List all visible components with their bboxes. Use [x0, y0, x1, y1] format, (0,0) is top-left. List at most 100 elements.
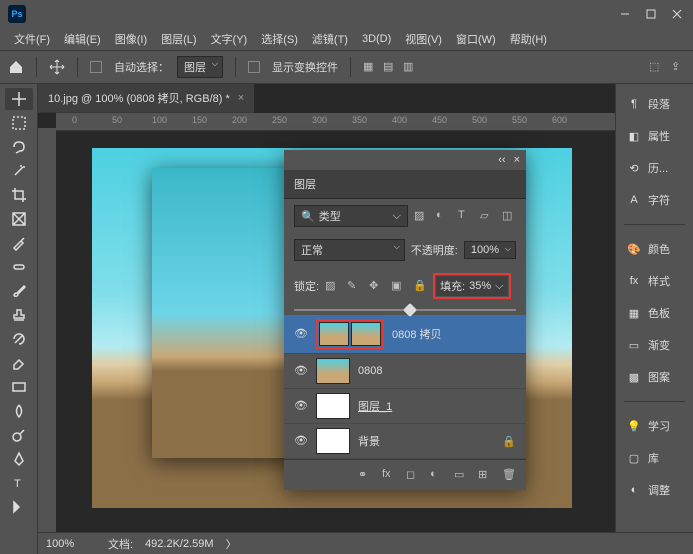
menu-help[interactable]: 帮助(H) — [504, 29, 553, 49]
menu-view[interactable]: 视图(V) — [399, 29, 448, 49]
layer-thumbnail[interactable] — [316, 358, 350, 384]
panel-tab-layers[interactable]: 图层 — [284, 170, 526, 199]
minimize-icon[interactable] — [619, 8, 631, 20]
layer-name[interactable]: 图层_1 — [358, 398, 392, 414]
lock-artboard-icon[interactable]: ▣ — [391, 279, 405, 293]
history-brush-tool[interactable] — [5, 328, 33, 350]
panel-learn[interactable]: 💡学习 — [616, 414, 693, 438]
brush-tool[interactable] — [5, 280, 33, 302]
lock-all-icon[interactable]: 🔒 — [413, 279, 427, 293]
collapse-icon[interactable]: ‹‹ — [498, 154, 505, 166]
visibility-icon[interactable]: 👁 — [294, 434, 308, 448]
layers-panel: ‹‹ × 图层 🔍 类型 ⌵ ▨ ◐ T ▱ ◫ 正常 不透明度: 100% 锁… — [284, 150, 526, 490]
type-tool[interactable]: T — [5, 472, 33, 494]
fx-icon[interactable]: fx — [382, 468, 396, 482]
layer-name[interactable]: 背景 — [358, 433, 380, 449]
menu-select[interactable]: 选择(S) — [255, 29, 304, 49]
panel-adjustments[interactable]: ◐调整 — [616, 478, 693, 502]
fill-value[interactable]: 35% — [469, 280, 491, 292]
fill-slider[interactable] — [294, 309, 516, 311]
visibility-icon[interactable]: 👁 — [294, 399, 308, 413]
align-icon[interactable]: ▦ — [363, 60, 377, 74]
document-tab[interactable]: 10.jpg @ 100% (0808 拷贝, RGB/8) * × — [38, 84, 254, 113]
auto-select-dropdown[interactable]: 图层 — [177, 56, 223, 78]
layer-thumbnail[interactable] — [316, 428, 350, 454]
filter-image-icon[interactable]: ▨ — [414, 209, 428, 223]
group-icon[interactable]: ▭ — [454, 468, 468, 482]
frame-tool[interactable] — [5, 208, 33, 230]
marquee-tool[interactable] — [5, 112, 33, 134]
menu-3d[interactable]: 3D(D) — [356, 31, 397, 47]
share-icon[interactable]: ⇪ — [671, 60, 685, 74]
eyedropper-tool[interactable] — [5, 232, 33, 254]
delete-icon[interactable]: 🗑 — [502, 468, 516, 482]
filter-type-icon[interactable]: T — [458, 209, 472, 223]
blend-mode-dropdown[interactable]: 正常 — [294, 239, 405, 261]
new-layer-icon[interactable]: ⊞ — [478, 468, 492, 482]
link-icon[interactable]: ⚭ — [358, 468, 372, 482]
panel-swatches[interactable]: ▦色板 — [616, 301, 693, 325]
mask-icon[interactable]: ◻ — [406, 468, 420, 482]
panel-color[interactable]: 🎨颜色 — [616, 237, 693, 261]
adjustment-icon[interactable]: ◐ — [430, 468, 444, 482]
align-icon[interactable]: ▥ — [403, 60, 417, 74]
heal-tool[interactable] — [5, 256, 33, 278]
panel-properties[interactable]: ◧属性 — [616, 124, 693, 148]
filter-smart-icon[interactable]: ◫ — [502, 209, 516, 223]
home-icon[interactable] — [8, 59, 24, 75]
visibility-icon[interactable]: 👁 — [294, 364, 308, 378]
stamp-tool[interactable] — [5, 304, 33, 326]
ruler-horizontal: 050100150200250300350400450500550600 — [56, 113, 615, 131]
panel-character[interactable]: A字符 — [616, 188, 693, 212]
panel-gradient[interactable]: ▭渐变 — [616, 333, 693, 357]
layer-filter-dropdown[interactable]: 🔍 类型 ⌵ — [294, 205, 408, 227]
layer-name[interactable]: 0808 — [358, 365, 382, 377]
eraser-tool[interactable] — [5, 352, 33, 374]
menu-edit[interactable]: 编辑(E) — [58, 29, 107, 49]
show-transform-checkbox[interactable] — [248, 61, 260, 73]
layer-name[interactable]: 0808 拷贝 — [392, 326, 442, 342]
close-panel-icon[interactable]: × — [514, 154, 520, 166]
panel-history[interactable]: ⟲历... — [616, 156, 693, 180]
lock-move-icon[interactable]: ✥ — [369, 279, 383, 293]
menu-image[interactable]: 图像(I) — [109, 29, 153, 49]
opacity-dropdown[interactable]: 100% — [464, 241, 516, 259]
menu-layer[interactable]: 图层(L) — [155, 29, 202, 49]
gradient-tool[interactable] — [5, 376, 33, 398]
chevron-right-icon[interactable]: 〉 — [226, 536, 237, 552]
layer-row[interactable]: 👁 图层_1 — [284, 389, 526, 424]
menu-file[interactable]: 文件(F) — [8, 29, 56, 49]
dodge-tool[interactable] — [5, 424, 33, 446]
layer-thumbnail[interactable] — [316, 393, 350, 419]
pen-tool[interactable] — [5, 448, 33, 470]
layer-row[interactable]: 👁 0808 拷贝 — [284, 315, 526, 354]
lock-paint-icon[interactable]: ✎ — [347, 279, 361, 293]
zoom-input[interactable] — [46, 538, 96, 550]
filter-shape-icon[interactable]: ▱ — [480, 209, 494, 223]
panel-styles[interactable]: fx样式 — [616, 269, 693, 293]
lasso-tool[interactable] — [5, 136, 33, 158]
wand-tool[interactable] — [5, 160, 33, 182]
tab-close-icon[interactable]: × — [238, 92, 244, 104]
blur-tool[interactable] — [5, 400, 33, 422]
maximize-icon[interactable] — [645, 8, 657, 20]
3d-mode-icon[interactable]: ⬚ — [649, 60, 663, 74]
menu-filter[interactable]: 滤镜(T) — [306, 29, 354, 49]
filter-adjust-icon[interactable]: ◐ — [436, 209, 450, 223]
align-icon[interactable]: ▤ — [383, 60, 397, 74]
lock-transparent-icon[interactable]: ▨ — [325, 279, 339, 293]
close-icon[interactable] — [671, 8, 683, 20]
panel-patterns[interactable]: ▩图案 — [616, 365, 693, 389]
path-tool[interactable] — [5, 496, 33, 518]
layer-row[interactable]: 👁 背景 🔒 — [284, 424, 526, 459]
layer-row[interactable]: 👁 0808 — [284, 354, 526, 389]
menu-window[interactable]: 窗口(W) — [450, 29, 502, 49]
move-tool-icon[interactable] — [49, 59, 65, 75]
auto-select-checkbox[interactable] — [90, 61, 102, 73]
move-tool[interactable] — [5, 88, 33, 110]
crop-tool[interactable] — [5, 184, 33, 206]
panel-libraries[interactable]: ▢库 — [616, 446, 693, 470]
visibility-icon[interactable]: 👁 — [294, 327, 308, 341]
menu-text[interactable]: 文字(Y) — [205, 29, 254, 49]
panel-paragraph[interactable]: ¶段落 — [616, 92, 693, 116]
